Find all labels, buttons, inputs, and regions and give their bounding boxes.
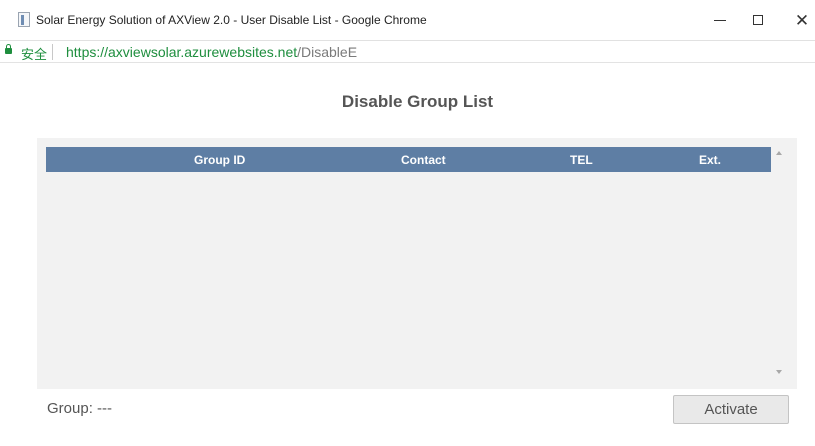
page-content: Disable Group List Group ID Contact TEL … — [0, 63, 815, 446]
column-header-ext[interactable]: Ext. — [699, 153, 721, 167]
lock-icon — [5, 44, 12, 54]
grid-body[interactable] — [46, 172, 771, 384]
window-title: Solar Energy Solution of AXView 2.0 - Us… — [36, 13, 427, 27]
page-icon — [18, 12, 30, 27]
url-text[interactable]: https://axviewsolar.azurewebsites.net/Di… — [66, 44, 357, 60]
group-label: Group: --- — [47, 400, 113, 417]
minimize-icon — [714, 19, 726, 21]
minimize-button[interactable] — [708, 8, 732, 32]
address-separator — [52, 44, 53, 60]
scroll-down-icon[interactable] — [776, 370, 782, 374]
url-path: /DisableE — [297, 44, 358, 60]
column-header-tel[interactable]: TEL — [570, 153, 593, 167]
group-list-grid: Group ID Contact TEL Ext. — [37, 138, 797, 389]
vertical-scrollbar[interactable] — [771, 147, 789, 384]
column-header-contact[interactable]: Contact — [401, 153, 446, 167]
maximize-icon — [753, 15, 763, 25]
grid-header: Group ID Contact TEL Ext. — [46, 147, 771, 172]
activate-button[interactable]: Activate — [673, 395, 789, 424]
maximize-button[interactable] — [746, 8, 770, 32]
column-header-group-id[interactable]: Group ID — [194, 153, 245, 167]
secure-label: 安全 — [21, 47, 48, 62]
page-title: Disable Group List — [341, 92, 494, 111]
browser-title-bar: Solar Energy Solution of AXView 2.0 - Us… — [0, 0, 815, 40]
address-bar[interactable]: 安全 https://axviewsolar.azurewebsites.net… — [0, 40, 815, 63]
scroll-up-icon[interactable] — [776, 151, 782, 155]
url-host: https://axviewsolar.azurewebsites.net — [66, 44, 298, 60]
close-button[interactable]: ✕ — [790, 8, 814, 32]
